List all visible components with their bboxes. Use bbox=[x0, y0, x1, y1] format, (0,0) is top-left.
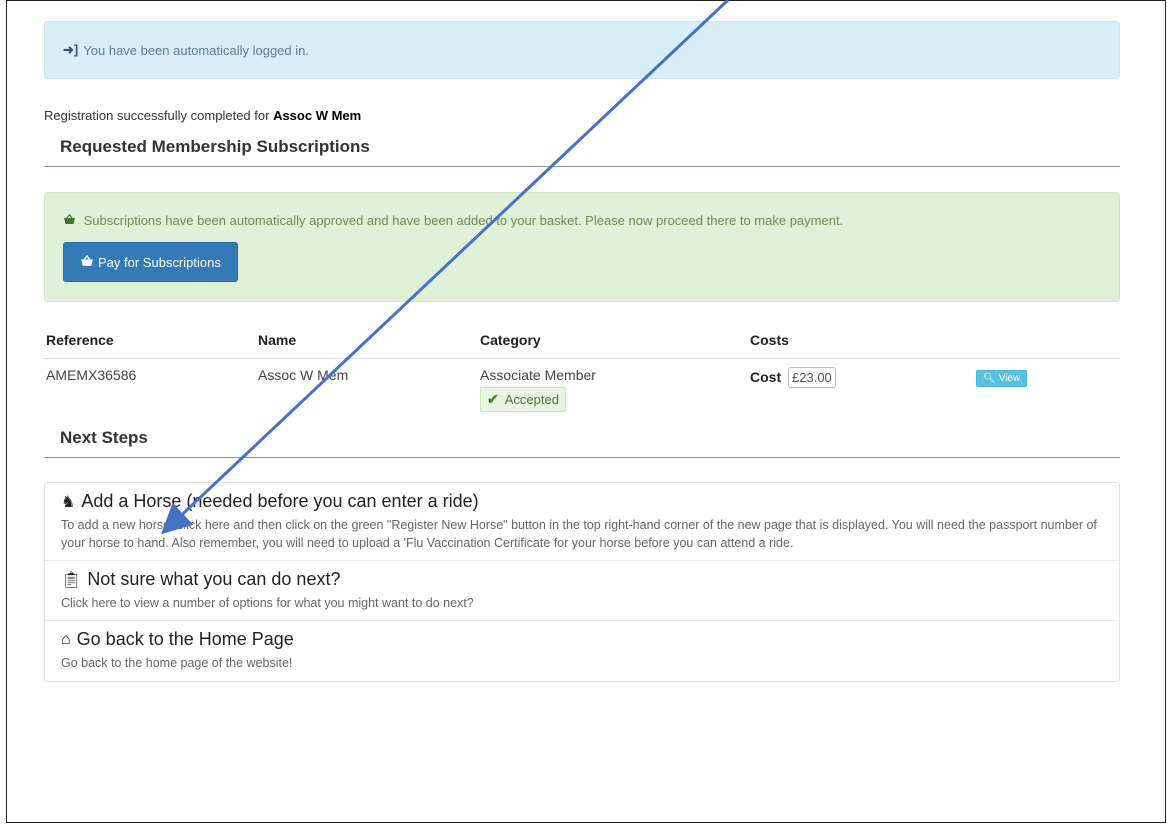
page-content: ➜] You have been automatically logged in… bbox=[44, 21, 1120, 682]
subscriptions-approved-alert: Subscriptions have been automatically ap… bbox=[44, 192, 1120, 302]
home-page-description: Go back to the home page of the website! bbox=[61, 656, 293, 671]
registration-message: Registration successfully completed for … bbox=[44, 108, 1120, 123]
horse-icon: ♞ bbox=[61, 493, 76, 511]
not-sure-title: Not sure what you can do next? bbox=[87, 569, 341, 590]
screenshot-frame: ➜] You have been automatically logged in… bbox=[6, 0, 1166, 823]
add-horse-link[interactable]: ♞ Add a Horse (needed before you can ent… bbox=[45, 483, 1119, 562]
approved-alert-text: Subscriptions have been automatically ap… bbox=[83, 213, 844, 228]
login-alert-text: You have been automatically logged in. bbox=[83, 42, 309, 58]
cell-category: Associate Member ✔ Accepted bbox=[478, 359, 748, 428]
column-header-reference: Reference bbox=[44, 322, 256, 359]
add-horse-title: Add a Horse (needed before you can enter… bbox=[81, 491, 479, 511]
check-icon: ✔ bbox=[487, 391, 499, 407]
home-page-link[interactable]: ⌂ Go back to the Home Page Go back to th… bbox=[45, 621, 1119, 680]
category-text: Associate Member bbox=[480, 367, 596, 383]
search-icon: 🔍︎ bbox=[983, 373, 996, 384]
clipboard-icon: 📋︎ bbox=[61, 571, 82, 589]
view-button-label: View bbox=[998, 373, 1021, 384]
basket-icon bbox=[63, 213, 80, 228]
list-item-title: 📋︎ Not sure what you can do next? bbox=[61, 569, 1103, 590]
column-header-actions bbox=[974, 322, 1120, 359]
sign-in-icon: ➜] bbox=[63, 42, 79, 57]
next-steps-heading: Next Steps bbox=[44, 428, 1120, 458]
column-header-costs: Costs bbox=[748, 322, 974, 359]
basket-icon bbox=[80, 254, 94, 270]
home-icon: ⌂ bbox=[61, 630, 71, 648]
subscriptions-heading: Requested Membership Subscriptions bbox=[44, 137, 1120, 167]
registration-name: Assoc W Mem bbox=[273, 108, 362, 123]
cost-label: Cost bbox=[750, 369, 782, 385]
column-header-category: Category bbox=[478, 322, 748, 359]
pay-for-subscriptions-button[interactable]: Pay for Subscriptions bbox=[63, 242, 238, 282]
status-text: Accepted bbox=[504, 392, 559, 407]
list-item-title: ⌂ Go back to the Home Page bbox=[61, 629, 1103, 650]
cell-actions: 🔍︎ View bbox=[974, 359, 1120, 428]
add-horse-description: To add a new horse, click here and then … bbox=[61, 518, 1097, 551]
approved-alert-line: Subscriptions have been automatically ap… bbox=[63, 213, 1101, 228]
not-sure-description: Click here to view a number of options f… bbox=[61, 596, 474, 611]
table-row: AMEMX36586 Assoc W Mem Associate Member … bbox=[44, 359, 1120, 428]
registration-prefix: Registration successfully completed for bbox=[44, 108, 270, 123]
column-header-name: Name bbox=[256, 322, 478, 359]
table-header-row: Reference Name Category Costs bbox=[44, 322, 1120, 359]
not-sure-link[interactable]: 📋︎ Not sure what you can do next? Click … bbox=[45, 561, 1119, 622]
next-steps-list: ♞ Add a Horse (needed before you can ent… bbox=[44, 482, 1120, 682]
login-alert: ➜] You have been automatically logged in… bbox=[44, 21, 1120, 79]
view-button[interactable]: 🔍︎ View bbox=[976, 370, 1028, 387]
home-page-title: Go back to the Home Page bbox=[76, 629, 294, 650]
list-item-title: ♞ Add a Horse (needed before you can ent… bbox=[61, 491, 1103, 512]
status-badge: ✔ Accepted bbox=[480, 387, 566, 412]
cell-name: Assoc W Mem bbox=[258, 367, 349, 383]
cell-reference: AMEMX36586 bbox=[46, 367, 137, 383]
subscriptions-table: Reference Name Category Costs AMEMX36586… bbox=[44, 322, 1120, 427]
pay-button-label: Pay for Subscriptions bbox=[98, 254, 221, 270]
cost-value: £23.00 bbox=[788, 367, 836, 388]
cell-cost: Cost £23.00 bbox=[748, 359, 974, 428]
